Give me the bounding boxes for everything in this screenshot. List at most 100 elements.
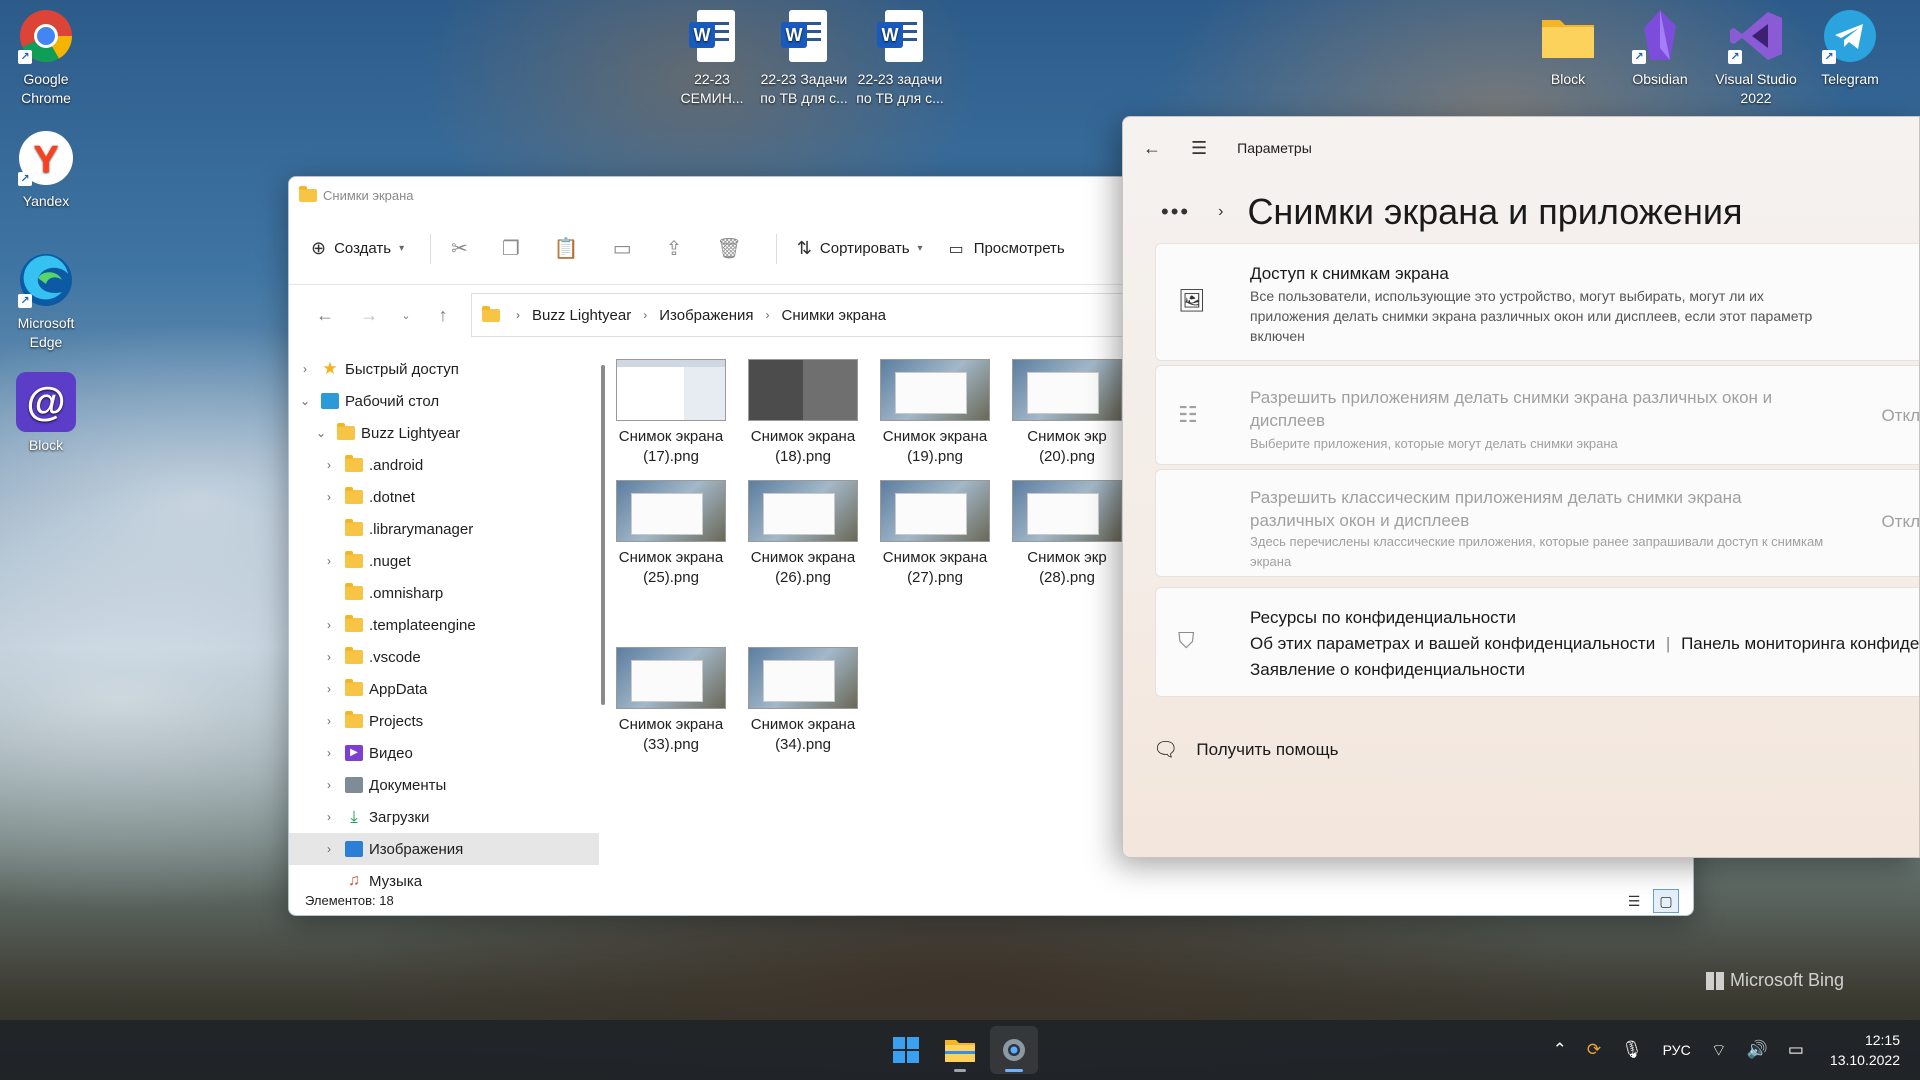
get-help-link[interactable]: 🗨 Получить помощь	[1153, 737, 1338, 762]
tree-item-android[interactable]: › .android	[289, 449, 599, 481]
microphone-icon[interactable]: 🎙	[1621, 1040, 1643, 1060]
battery-icon[interactable]: ▭	[1788, 1040, 1804, 1060]
language-indicator[interactable]: РУС	[1663, 1042, 1691, 1058]
desktop-icon-label: Visual Studio 2022	[1715, 71, 1797, 106]
taskbar-file-explorer[interactable]	[936, 1026, 984, 1074]
recent-locations-chevron-icon[interactable]: ⌄	[391, 309, 421, 322]
desktop-icon-telegram[interactable]: ↗ Telegram	[1804, 6, 1896, 89]
tree-item-pictures[interactable]: › Изображения	[289, 833, 599, 865]
start-button[interactable]	[882, 1026, 930, 1074]
desktop-icon-word-doc-1[interactable]: W 22-23 СЕМИН...	[666, 6, 758, 108]
file-name: Снимок экр	[1027, 549, 1107, 566]
svg-text:Y: Y	[33, 139, 58, 181]
view-label: Просмотреть	[973, 240, 1065, 257]
privacy-link-statement[interactable]: Заявление о конфиденциальности	[1250, 660, 1525, 680]
file-name: Снимок экрана	[618, 428, 724, 445]
tree-item-label: .vscode	[369, 648, 421, 666]
file-item[interactable]: Снимок экрана (34).png	[743, 647, 863, 755]
file-item[interactable]: Снимок экрана (18).png	[743, 359, 863, 467]
sync-icon[interactable]: ⟳	[1587, 1040, 1601, 1060]
privacy-link-dashboard[interactable]: Панель мониторинга конфиденц	[1681, 634, 1919, 653]
large-icons-view-icon[interactable]: ▢	[1653, 889, 1679, 913]
privacy-link-about[interactable]: Об этих параметрах и вашей конфиденциаль…	[1250, 634, 1655, 653]
folder-icon	[345, 519, 363, 536]
cut-icon[interactable]: ✂	[451, 236, 468, 261]
tree-item-label: Видео	[369, 744, 413, 762]
desktop-icon-chrome[interactable]: ↗ Google Chrome	[0, 6, 92, 108]
taskbar-settings[interactable]	[990, 1026, 1038, 1074]
file-name-ext: (19).png	[907, 448, 963, 465]
volume-icon[interactable]: 🔊	[1747, 1040, 1768, 1060]
card-allow-classic-apps[interactable]: Разрешить классическим приложениям делат…	[1155, 469, 1919, 577]
desktop-icon-block[interactable]: @ Block	[0, 372, 92, 455]
image-thumbnail	[880, 359, 990, 421]
desktop-icon-visual-studio[interactable]: ↗ Visual Studio 2022	[1710, 6, 1802, 108]
desktop-icon-word-doc-2[interactable]: W 22-23 Задачи по ТВ для с...	[758, 6, 850, 108]
chevron-right-icon: ›	[327, 746, 331, 760]
wifi-icon[interactable]: ⌔	[1711, 1040, 1727, 1061]
card-screenshot-access[interactable]: 🖼 Доступ к снимкам экрана Все пользовате…	[1155, 243, 1919, 361]
desktop-icon-obsidian[interactable]: ↗ Obsidian	[1614, 6, 1706, 89]
card-description: Здесь перечислены классические приложени…	[1250, 534, 1824, 569]
create-button[interactable]: ⊕ Создать ▾	[311, 238, 404, 259]
paste-icon[interactable]: 📋	[554, 236, 579, 261]
tree-item-nuget[interactable]: › .nuget	[289, 545, 599, 577]
copy-icon[interactable]: ❐	[502, 236, 520, 261]
tree-item-downloads[interactable]: › ⤓ Загрузки	[289, 801, 599, 833]
file-item[interactable]: Снимок экрана (19).png	[875, 359, 995, 467]
settings-window: ← ☰ Параметры ••• › Снимки экрана и прил…	[1122, 116, 1920, 858]
visual-studio-icon: ↗	[1726, 6, 1786, 66]
file-item[interactable]: Снимок экрана (27).png	[875, 480, 995, 588]
desktop-icon-word-doc-3[interactable]: W 22-23 задачи по ТВ для с...	[854, 6, 946, 108]
file-name: Снимок экрана	[750, 428, 856, 445]
folder-icon	[345, 583, 363, 600]
tree-item-dotnet[interactable]: › .dotnet	[289, 481, 599, 513]
back-arrow-icon[interactable]: ←	[303, 305, 347, 326]
file-item[interactable]: Снимок экрана (25).png	[611, 480, 731, 588]
card-title: Разрешить классическим приложениям делат…	[1250, 488, 1742, 530]
tree-item-user[interactable]: ⌄ Buzz Lightyear	[289, 417, 599, 449]
chevron-down-icon: ⌄	[315, 426, 327, 440]
tree-item-documents[interactable]: › Документы	[289, 769, 599, 801]
chevron-down-icon: ▾	[917, 243, 923, 254]
tree-item-librarymanager[interactable]: .librarymanager	[289, 513, 599, 545]
delete-icon[interactable]: 🗑	[716, 236, 741, 261]
sort-button[interactable]: ⇅ Сортировать ▾	[797, 238, 923, 259]
desktop-icon-edge[interactable]: ↗ Microsoft Edge	[0, 250, 92, 352]
tree-item-desktop[interactable]: ⌄ Рабочий стол	[289, 385, 599, 417]
view-button[interactable]: ▭ Просмотреть	[949, 239, 1065, 259]
breadcrumb-item[interactable]: Изображения	[659, 307, 753, 324]
tree-item-appdata[interactable]: › AppData	[289, 673, 599, 705]
share-icon[interactable]: ⇪	[666, 236, 683, 261]
tree-item-quick-access[interactable]: › ★ Быстрый доступ	[289, 353, 599, 385]
chevron-up-icon[interactable]: ⌃	[1553, 1040, 1567, 1060]
desktop-icon-label: 22-23 Задачи по ТВ для с...	[760, 71, 848, 106]
file-item[interactable]: Снимок экр (20).png	[1007, 359, 1127, 467]
up-arrow-icon[interactable]: ↑	[421, 305, 465, 326]
forward-arrow-icon[interactable]: →	[347, 305, 391, 326]
back-arrow-icon[interactable]: ←	[1143, 138, 1161, 159]
tree-item-omnisharp[interactable]: .omnisharp	[289, 577, 599, 609]
tree-item-projects[interactable]: › Projects	[289, 705, 599, 737]
tree-item-videos[interactable]: › ▶ Видео	[289, 737, 599, 769]
clock[interactable]: 12:15 13.10.2022	[1830, 1030, 1900, 1070]
chrome-icon: ↗	[16, 6, 76, 66]
card-allow-apps[interactable]: ☷ Разрешить приложениям делать снимки эк…	[1155, 365, 1919, 465]
breadcrumb-item[interactable]: Снимки экрана	[782, 307, 886, 324]
desktop-icon-yandex[interactable]: Y ↗ Yandex	[0, 128, 92, 211]
settings-titlebar[interactable]: ← ☰ Параметры	[1123, 117, 1919, 179]
breadcrumb-item[interactable]: Buzz Lightyear	[532, 307, 631, 324]
file-item[interactable]: Снимок экрана (26).png	[743, 480, 863, 588]
tree-item-templateengine[interactable]: › .templateengine	[289, 609, 599, 641]
desktop-icon-block-folder[interactable]: Block	[1522, 6, 1614, 89]
file-name-ext: (26).png	[775, 569, 831, 586]
hamburger-menu-icon[interactable]: ☰	[1191, 138, 1207, 159]
explorer-title: Снимки экрана	[323, 187, 414, 203]
details-view-icon[interactable]: ☰	[1621, 889, 1647, 913]
rename-icon[interactable]: ▭	[613, 236, 632, 261]
tree-item-vscode[interactable]: › .vscode	[289, 641, 599, 673]
file-item[interactable]: Снимок экрана (17).png	[611, 359, 731, 467]
file-item[interactable]: Снимок экр (28).png	[1007, 480, 1127, 588]
file-item[interactable]: Снимок экрана (33).png	[611, 647, 731, 755]
more-options-icon[interactable]: •••	[1161, 199, 1190, 225]
